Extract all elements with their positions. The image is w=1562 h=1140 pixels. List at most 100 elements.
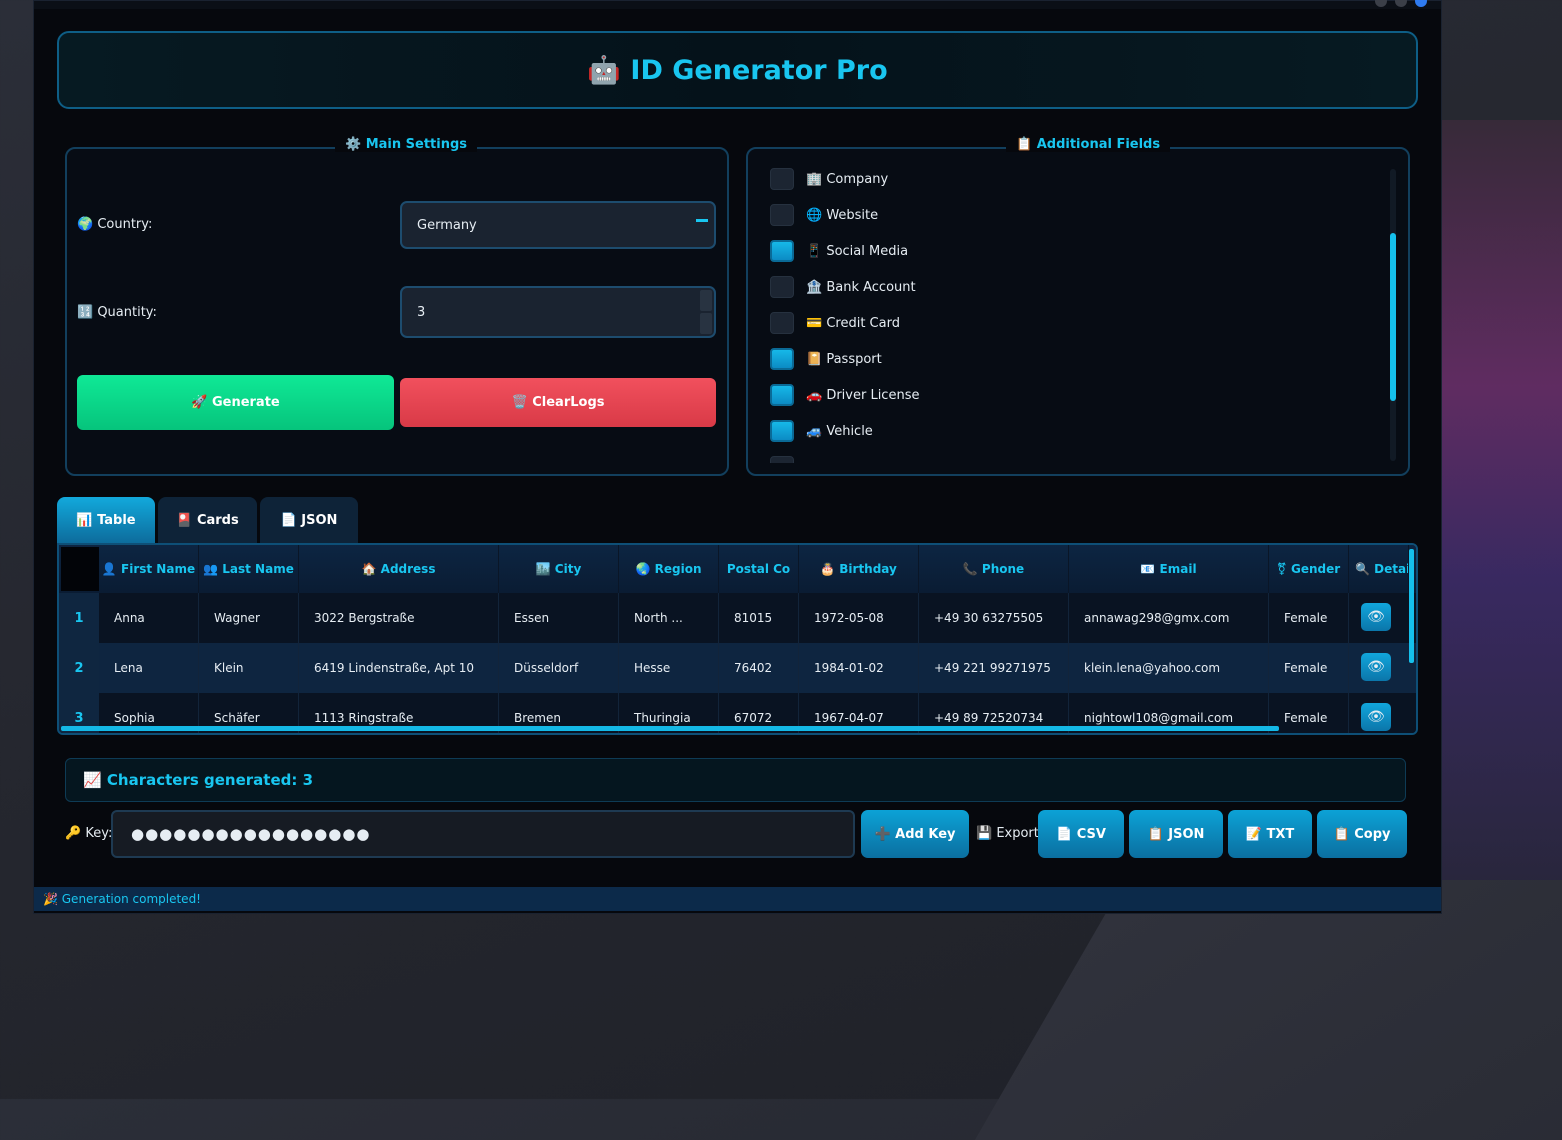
checkbox[interactable] [770, 240, 794, 262]
checkbox[interactable] [770, 348, 794, 370]
table-cell: annawag298@gmx.com [1069, 593, 1269, 643]
quantity-stepper[interactable] [700, 290, 712, 334]
close-button[interactable] [1415, 0, 1427, 7]
table-cell: Essen [499, 593, 619, 643]
export-csv-button[interactable]: 📄 CSV [1038, 810, 1124, 858]
table-cell: Hesse [619, 643, 719, 693]
table-cell: 6419 Lindenstraße, Apt 10 [299, 643, 499, 693]
field-label: 🚗 Driver License [806, 387, 920, 403]
column-header[interactable]: Postal Co [719, 545, 799, 593]
header-banner: 🤖 ID Generator Pro [57, 31, 1418, 109]
tab-table[interactable]: 📊 Table [57, 497, 155, 543]
window-controls [1375, 0, 1427, 7]
table-cell: +49 221 99271975 [919, 643, 1069, 693]
column-header[interactable]: 🏠 Address [299, 545, 499, 593]
key-input[interactable]: ●●●●●●●●●●●●●●●●● [111, 810, 855, 858]
export-json-button[interactable]: 📋 JSON [1129, 810, 1223, 858]
generated-count-panel: 📈 Characters generated: 3 [65, 758, 1406, 802]
tab-json[interactable]: 📄 JSON [260, 497, 358, 543]
copy-button[interactable]: 📋 Copy [1317, 810, 1407, 858]
export-label: 💾 Export: [976, 826, 1044, 841]
status-bar: 🎉 Generation completed! [34, 887, 1441, 911]
column-header[interactable]: 👤 First Name [99, 545, 199, 593]
quantity-spinbox[interactable]: 3 [400, 286, 716, 338]
scrollbar-thumb[interactable] [1390, 233, 1396, 401]
maximize-button[interactable] [1395, 0, 1407, 7]
column-header[interactable]: 👥 Last Name [199, 545, 299, 593]
table-cell: klein.lena@yahoo.com [1069, 643, 1269, 693]
additional-fields-panel: 📋 Additional Fields 🏢 Company 🌐 Website … [746, 137, 1410, 476]
column-header[interactable]: 🎂 Birthday [799, 545, 919, 593]
table-horizontal-scrollbar[interactable] [61, 726, 1279, 731]
table-cell: Düsseldorf [499, 643, 619, 693]
main-settings-panel: ⚙️ Main Settings 🌍 Country: Germany 🔢 Qu… [65, 137, 729, 476]
table-row[interactable]: 1 Anna Wagner 3022 Bergstraße Essen Nort… [59, 593, 1416, 643]
checkbox[interactable] [770, 168, 794, 190]
status-message: 🎉 Generation completed! [43, 892, 201, 906]
table-row[interactable]: 2 Lena Klein 6419 Lindenstraße, Apt 10 D… [59, 643, 1416, 693]
table-corner[interactable] [61, 547, 99, 591]
field-vehicle[interactable]: 🚙 Vehicle [770, 419, 873, 443]
view-details-button[interactable]: 👁 [1361, 653, 1391, 681]
table-cell: Klein [199, 643, 299, 693]
table-header: 👤 First Name 👥 Last Name 🏠 Address 🏙️ Ci… [59, 545, 1416, 593]
checkbox[interactable] [770, 276, 794, 298]
column-header[interactable]: 🔍 Detail [1349, 545, 1409, 593]
field-company[interactable]: 🏢 Company [770, 167, 888, 191]
table-cell: 76402 [719, 643, 799, 693]
field-label: 🌐 Website [806, 207, 879, 223]
stepper-down[interactable] [700, 313, 712, 334]
field-social-media[interactable]: 📱 Social Media [770, 239, 908, 263]
checkbox[interactable] [770, 420, 794, 442]
column-header[interactable]: ⚧ Gender [1269, 545, 1349, 593]
field-passport[interactable]: 📔 Passport [770, 347, 882, 371]
window-titlebar [34, 1, 1441, 9]
column-header[interactable]: 🌏 Region [619, 545, 719, 593]
table-cell: 1972-05-08 [799, 593, 919, 643]
background-decoration-2 [974, 880, 1562, 1140]
fields-scrollbar[interactable] [1390, 169, 1396, 461]
table-cell: 3022 Bergstraße [299, 593, 499, 643]
country-select[interactable]: Germany [400, 201, 716, 249]
table-cell: Wagner [199, 593, 299, 643]
table-cell: +49 30 63275505 [919, 593, 1069, 643]
table-cell: Anna [99, 593, 199, 643]
add-key-button[interactable]: ➕ Add Key [861, 810, 969, 858]
eye-icon: 👁 [1367, 709, 1385, 725]
table-cell: 1984-01-02 [799, 643, 919, 693]
app-window: 🤖 ID Generator Pro ⚙️ Main Settings 🌍 Co… [33, 0, 1442, 914]
export-txt-button[interactable]: 📝 TXT [1228, 810, 1312, 858]
view-details-button[interactable]: 👁 [1361, 703, 1391, 731]
table-cell: Female [1269, 693, 1349, 733]
column-header[interactable]: 🏙️ City [499, 545, 619, 593]
field-label: 📱 Social Media [806, 243, 909, 259]
table-cell: Lena [99, 643, 199, 693]
table-vertical-scrollbar[interactable] [1409, 549, 1414, 663]
field-partial[interactable] [770, 455, 794, 463]
tab-cards[interactable]: 🎴 Cards [158, 497, 257, 543]
dropdown-indicator-icon[interactable] [696, 219, 708, 222]
field-website[interactable]: 🌐 Website [770, 203, 878, 227]
table-cell: Female [1269, 593, 1349, 643]
field-credit-card[interactable]: 💳 Credit Card [770, 311, 900, 335]
column-header[interactable]: 📧 Email [1069, 545, 1269, 593]
checkbox[interactable] [770, 384, 794, 406]
clear-logs-button[interactable]: 🗑️ ClearLogs [400, 378, 716, 427]
generated-count: 📈 Characters generated: 3 [83, 771, 314, 789]
column-header[interactable]: 📞 Phone [919, 545, 1069, 593]
key-value: ●●●●●●●●●●●●●●●●● [131, 825, 371, 843]
field-bank-account[interactable]: 🏦 Bank Account [770, 275, 916, 299]
row-number: 1 [59, 593, 99, 643]
minimize-button[interactable] [1375, 0, 1387, 7]
additional-fields-title: 📋 Additional Fields [1006, 137, 1171, 152]
checkbox[interactable] [770, 312, 794, 334]
checkbox[interactable] [770, 456, 794, 463]
generate-button[interactable]: 🚀 Generate [77, 375, 394, 430]
table-cell: Female [1269, 643, 1349, 693]
view-details-button[interactable]: 👁 [1361, 603, 1391, 631]
checkbox[interactable] [770, 204, 794, 226]
stepper-up[interactable] [700, 290, 712, 311]
app-title: 🤖 ID Generator Pro [587, 55, 888, 86]
country-label: 🌍 Country: [77, 217, 153, 232]
field-driver-license[interactable]: 🚗 Driver License [770, 383, 919, 407]
